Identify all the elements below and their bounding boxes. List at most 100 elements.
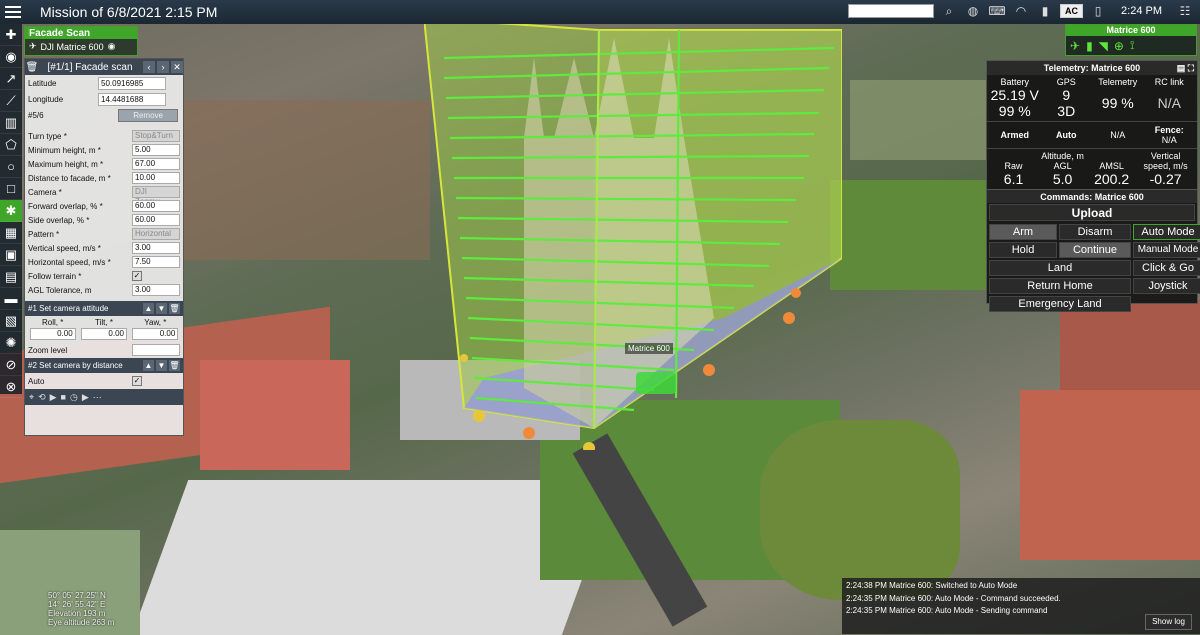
param-input[interactable]: 7.50 bbox=[132, 256, 180, 268]
coord-lat: 50° 05' 27.25" N bbox=[48, 591, 106, 600]
stop-icon[interactable]: ⊗ bbox=[0, 376, 22, 398]
auto-checkbox[interactable]: ✓ bbox=[132, 376, 142, 386]
drone-map-label: Matrice 600 bbox=[625, 343, 673, 354]
gps-icon: ⊕ bbox=[1113, 38, 1124, 53]
search-input[interactable] bbox=[848, 4, 935, 18]
up-icon[interactable]: ▲ bbox=[143, 303, 154, 314]
joystick-button[interactable]: Joystick bbox=[1133, 278, 1200, 294]
yaw-input[interactable]: 0.00 bbox=[132, 328, 179, 340]
down-icon[interactable]: ▼ bbox=[156, 360, 167, 371]
param-row: Camera * DJI Zenmu... bbox=[25, 185, 183, 206]
signal-icon: ▮ bbox=[1041, 4, 1049, 18]
action-more-icon[interactable]: ⋯ bbox=[93, 392, 102, 403]
action-rotate-icon[interactable]: ⟲ bbox=[38, 392, 46, 403]
section-camera-attitude[interactable]: #1 Set camera attitude bbox=[28, 304, 141, 313]
square-icon[interactable]: □ bbox=[0, 178, 22, 200]
close-icon[interactable]: ✕ bbox=[171, 61, 183, 73]
return-home-button[interactable]: Return Home bbox=[989, 278, 1131, 294]
up-icon[interactable]: ▲ bbox=[143, 360, 154, 371]
zoom-input[interactable] bbox=[132, 344, 180, 356]
param-label: Turn type * bbox=[28, 131, 67, 141]
facade-scan-volume[interactable] bbox=[424, 18, 842, 450]
action-timer-icon[interactable]: ◷ bbox=[70, 392, 78, 403]
telemetry-header: Telemetry: Matrice 600 bbox=[1043, 63, 1141, 73]
eye-icon[interactable]: ◉ bbox=[108, 41, 116, 52]
param-input[interactable]: 60.00 bbox=[132, 200, 180, 212]
section-camera-distance[interactable]: #2 Set camera by distance bbox=[28, 361, 141, 370]
armed-status: Armed bbox=[1000, 130, 1029, 140]
keyboard-icon[interactable]: ⌨ bbox=[988, 3, 1006, 19]
auto-mode-button[interactable]: Auto Mode bbox=[1133, 224, 1200, 240]
manual-mode-button[interactable]: Manual Mode bbox=[1133, 242, 1200, 258]
add-icon[interactable]: ✚ bbox=[0, 24, 22, 46]
polygon-icon[interactable]: ⬠ bbox=[0, 134, 22, 156]
prev-icon[interactable]: ‹ bbox=[143, 61, 155, 73]
tilt-input[interactable]: 0.00 bbox=[80, 328, 127, 340]
param-input[interactable]: Horizontal bbox=[132, 228, 180, 240]
delete-icon[interactable]: 🗑 bbox=[169, 360, 180, 371]
sun-icon[interactable]: ✺ bbox=[0, 332, 22, 354]
longitude-input[interactable]: 14.4481688 bbox=[98, 92, 166, 106]
action-video-icon[interactable]: ■ bbox=[61, 392, 66, 402]
log-entry: 2:24:35 PM Matrice 600: Auto Mode - Comm… bbox=[846, 593, 1061, 603]
param-label: Camera * bbox=[28, 187, 62, 197]
agl-tolerance-input[interactable]: 3.00 bbox=[132, 284, 180, 296]
drone-status-badge[interactable]: Matrice 600 ✈ ▮ ◥ ⊕ ⟟ bbox=[1065, 24, 1197, 56]
follow-terrain-checkbox[interactable]: ✓ bbox=[132, 271, 142, 281]
headset-icon[interactable]: ◠ bbox=[1012, 3, 1030, 19]
grid-icon[interactable]: ▦ bbox=[0, 222, 22, 244]
facade-scan-badge[interactable]: Facade Scan ✈ DJI Matrice 600 ◉ bbox=[24, 26, 138, 56]
roll-input[interactable]: 0.00 bbox=[29, 328, 76, 340]
hold-button[interactable]: Hold bbox=[989, 242, 1057, 258]
param-input[interactable]: Stop&Turn bbox=[132, 130, 180, 142]
layers-icon[interactable]: ▤ bbox=[0, 266, 22, 288]
trash-icon[interactable]: 🗑 bbox=[25, 62, 39, 73]
param-input[interactable]: 3.00 bbox=[132, 242, 180, 254]
facade-title: Facade Scan bbox=[25, 27, 137, 39]
line-icon[interactable]: ⟋ bbox=[0, 90, 22, 112]
ruler-icon[interactable]: ▬ bbox=[0, 288, 22, 310]
drone-marker[interactable] bbox=[636, 372, 676, 394]
remove-button[interactable]: Remove bbox=[118, 108, 178, 122]
commands-header: Commands: Matrice 600 bbox=[987, 189, 1197, 203]
click-go-button[interactable]: Click & Go bbox=[1133, 260, 1200, 276]
menu-icon[interactable] bbox=[0, 0, 26, 24]
elevation: Elevation 193 m bbox=[48, 609, 106, 618]
action-hover-icon[interactable]: ⌖ bbox=[29, 392, 34, 403]
down-icon[interactable]: ▼ bbox=[156, 303, 167, 314]
disarm-button[interactable]: Disarm bbox=[1059, 224, 1131, 240]
arm-button[interactable]: Arm bbox=[989, 224, 1057, 240]
log-entry: 2:24:38 PM Matrice 600: Switched to Auto… bbox=[846, 581, 1018, 590]
action-toolbar: ⌖ ⟲ ▶ ■ ◷ ▶ ⋯ bbox=[25, 389, 183, 405]
settings-sliders-icon[interactable]: ☷ bbox=[1176, 3, 1194, 19]
show-log-button[interactable]: Show log bbox=[1145, 613, 1192, 630]
route-icon[interactable]: ↗ bbox=[0, 68, 22, 90]
facade-scan-icon[interactable]: ✱ bbox=[0, 200, 22, 222]
battery-label: Battery bbox=[1000, 77, 1029, 87]
continue-button[interactable]: Continue bbox=[1059, 242, 1131, 258]
follow-terrain-label: Follow terrain * bbox=[28, 271, 82, 281]
emergency-land-button[interactable]: Emergency Land bbox=[989, 296, 1131, 312]
param-input[interactable]: 5.00 bbox=[132, 144, 180, 156]
upload-button[interactable]: Upload bbox=[989, 204, 1195, 221]
param-input[interactable]: 67.00 bbox=[132, 158, 180, 170]
circle-icon[interactable]: ○ bbox=[0, 156, 22, 178]
camera-icon[interactable]: ▣ bbox=[0, 244, 22, 266]
no-fly-icon[interactable]: ⊘ bbox=[0, 354, 22, 376]
building-icon[interactable]: ▥ bbox=[0, 112, 22, 134]
next-icon[interactable]: › bbox=[157, 61, 169, 73]
action-camera-icon[interactable]: ▶ bbox=[50, 392, 57, 403]
latitude-input[interactable]: 50.0916985 bbox=[98, 76, 166, 90]
delete-icon[interactable]: 🗑 bbox=[169, 303, 180, 314]
waypoint-icon[interactable]: ◉ bbox=[0, 46, 22, 68]
hatch-icon[interactable]: ▧ bbox=[0, 310, 22, 332]
param-input[interactable]: 60.00 bbox=[132, 214, 180, 226]
param-input[interactable]: DJI Zenmu... bbox=[132, 186, 180, 206]
panel-options-icon[interactable]: ▤ ⛶ bbox=[1177, 61, 1194, 75]
globe-icon[interactable]: ◍ bbox=[964, 3, 982, 19]
param-input[interactable]: 10.00 bbox=[132, 172, 180, 184]
search-icon[interactable]: ⌕ bbox=[940, 3, 958, 19]
auto-label: Auto bbox=[28, 376, 45, 386]
action-record-icon[interactable]: ▶ bbox=[82, 392, 89, 403]
land-button[interactable]: Land bbox=[989, 260, 1131, 276]
